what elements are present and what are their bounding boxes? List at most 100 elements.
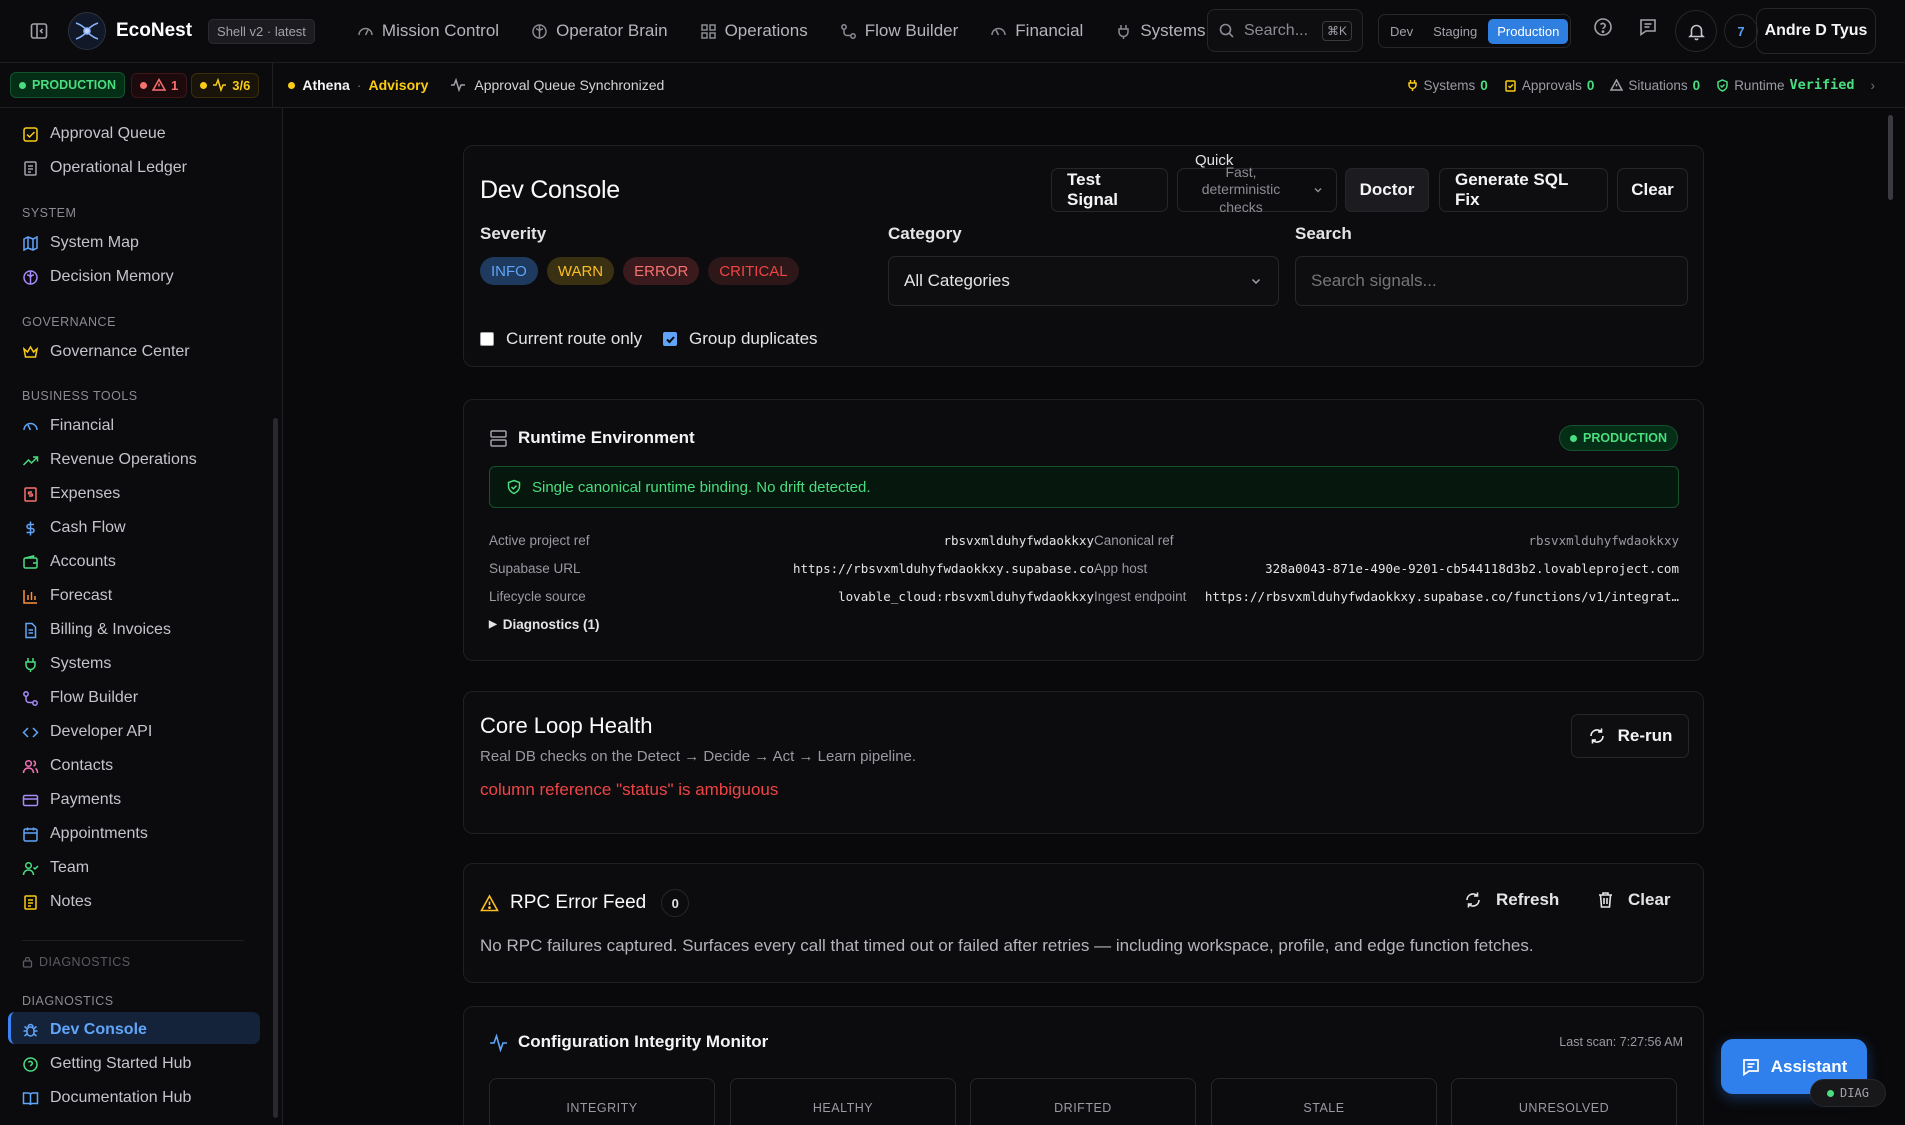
nav-flow-builder[interactable]: Flow Builder [826,11,973,51]
clear-button[interactable]: Clear [1617,168,1688,212]
sidebar-item-contacts[interactable]: Contacts [22,752,113,780]
sidebar-toggle-icon[interactable] [20,12,58,50]
severity-error-chip[interactable]: ERROR [623,257,700,285]
nav-mission-control[interactable]: Mission Control [343,11,513,51]
generate-sql-fix-button[interactable]: Generate SQL Fix [1439,168,1608,212]
sidebar-item-label: Billing & Invoices [50,621,171,638]
rpc-empty-message: No RPC failures captured. Surfaces every… [480,936,1534,955]
mode-select[interactable]: Fast, deterministic checks [1177,164,1337,215]
rerun-button[interactable]: Re-run [1571,714,1689,758]
group-duplicates-option[interactable]: Group duplicates [663,329,818,349]
stat-runtime[interactable]: Runtime Verified [1716,77,1855,93]
severity-critical-chip[interactable]: CRITICAL [708,257,799,285]
sidebar-item-system-map[interactable]: System Map [22,229,139,257]
sidebar-item-payments[interactable]: Payments [22,786,121,814]
current-route-checkbox[interactable] [480,332,494,346]
stat-approvals[interactable]: Approvals 0 [1504,78,1594,93]
search-shortcut: ⌘K [1321,20,1352,41]
dollar-icon [26,521,35,535]
rpc-clear-button[interactable]: Clear [1597,890,1671,910]
nav-financial[interactable]: Financial [976,11,1097,51]
diag-dot [1827,1089,1835,1097]
stat-value: 0 [1692,77,1701,93]
env-status-pill[interactable]: PRODUCTION [10,72,126,98]
warning-icon [480,893,499,911]
stale-stat-box: STALE [1211,1078,1437,1125]
stat-systems[interactable]: Systems 0 [1406,78,1488,93]
messages-icon[interactable] [1638,17,1658,37]
nav-operations[interactable]: Operations [686,11,822,51]
main-scrollbar[interactable] [1888,115,1893,200]
sidebar-item-financial[interactable]: Financial [22,412,114,440]
kv-value: rbsvxmlduhyfwdaokkxy [943,533,1094,548]
sidebar-item-revenue-operations[interactable]: Revenue Operations [22,446,197,474]
refresh-label: Refresh [1496,890,1560,909]
page-title: Dev Console [480,176,620,204]
notification-count[interactable]: 7 [1724,14,1758,48]
sidebar-item-forecast[interactable]: Forecast [22,582,112,610]
current-route-option[interactable]: Current route only [480,329,642,349]
env-staging[interactable]: Staging [1424,19,1486,44]
env-dev[interactable]: Dev [1381,19,1422,44]
sidebar-item-dev-console[interactable]: Dev Console [22,1016,147,1044]
activity-icon [451,77,466,93]
stat-situations[interactable]: Situations 0 [1610,78,1700,93]
category-value: All Categories [904,271,1010,290]
diagnostics-toggle[interactable]: ▶ Diagnostics (1) [489,617,599,632]
clipboard-check-icon [1505,79,1516,92]
sidebar-item-approval-queue[interactable]: Approval Queue [22,120,166,148]
sidebar-item-cash-flow[interactable]: Cash Flow [22,514,126,542]
sidebar-divider [22,940,244,941]
refresh-button[interactable]: Refresh [1464,890,1559,910]
doctor-button[interactable]: Doctor [1345,168,1429,212]
chevron-right-icon[interactable]: › [1871,78,1876,93]
sidebar-item-getting-started[interactable]: Getting Started Hub [22,1050,191,1078]
sidebar-item-operational-ledger[interactable]: Operational Ledger [22,154,187,182]
kv-label: Ingest endpoint [1094,589,1187,604]
code-icon [22,726,39,738]
category-select[interactable]: All Categories [888,256,1279,306]
sidebar-item-documentation-hub[interactable]: Documentation Hub [22,1084,191,1112]
diag-chip[interactable]: DIAG [1810,1079,1886,1107]
sidebar-item-accounts[interactable]: Accounts [22,548,116,576]
severity-info-chip[interactable]: INFO [480,257,538,285]
kv-label: Supabase URL [489,561,581,576]
user-menu[interactable]: Andre D Tyus [1756,8,1876,54]
sidebar-item-decision-memory[interactable]: Decision Memory [22,263,174,291]
sidebar-item-governance-center[interactable]: Governance Center [22,338,190,366]
brain-icon [23,269,38,285]
global-search-input[interactable]: Search... ⌘K [1207,9,1363,52]
env-production[interactable]: Production [1488,18,1569,44]
badge-label: PRODUCTION [1583,431,1668,445]
logo[interactable]: EcoNest Shell v2 · latest [68,12,315,50]
sidebar-item-flow-builder[interactable]: Flow Builder [22,684,138,712]
sidebar-item-appointments[interactable]: Appointments [22,820,148,848]
sidebar-item-billing[interactable]: Billing & Invoices [22,616,171,644]
signal-search-input[interactable] [1295,256,1688,306]
alert-pill[interactable]: 1 [131,72,188,98]
group-duplicates-checkbox[interactable] [663,332,677,346]
test-signal-button[interactable]: Test Signal [1051,168,1168,212]
sidebar-item-notes[interactable]: Notes [22,888,92,916]
health-pill[interactable]: 3/6 [191,72,260,98]
help-icon[interactable] [1593,17,1613,37]
agent-status[interactable]: Athena · Advisory [288,77,428,93]
severity-warn-chip[interactable]: WARN [546,257,615,285]
runtime-env-badge: PRODUCTION [1559,425,1679,451]
sidebar-item-label: Operational Ledger [50,159,187,176]
nav-operator-brain[interactable]: Operator Brain [517,11,682,51]
sidebar-item-team[interactable]: Team [22,854,89,882]
sidebar-scrollbar[interactable] [273,418,278,1118]
sidebar-item-systems[interactable]: Systems [22,650,111,678]
sidebar-item-label: Documentation Hub [50,1089,192,1106]
divider [272,62,274,108]
search-placeholder: Search... [1244,21,1309,39]
warning-icon [1610,78,1624,91]
agent-mode: Advisory [368,77,429,93]
sidebar-item-developer-api[interactable]: Developer API [22,718,152,746]
nav-systems[interactable]: Systems [1101,11,1219,51]
rpc-title: RPC Error Feed [510,892,647,913]
kv-value: https://rbsvxmlduhyfwdaokkxy.supabase.co… [1204,589,1679,604]
notifications-button[interactable] [1675,10,1717,52]
sidebar-item-expenses[interactable]: Expenses [22,480,120,508]
